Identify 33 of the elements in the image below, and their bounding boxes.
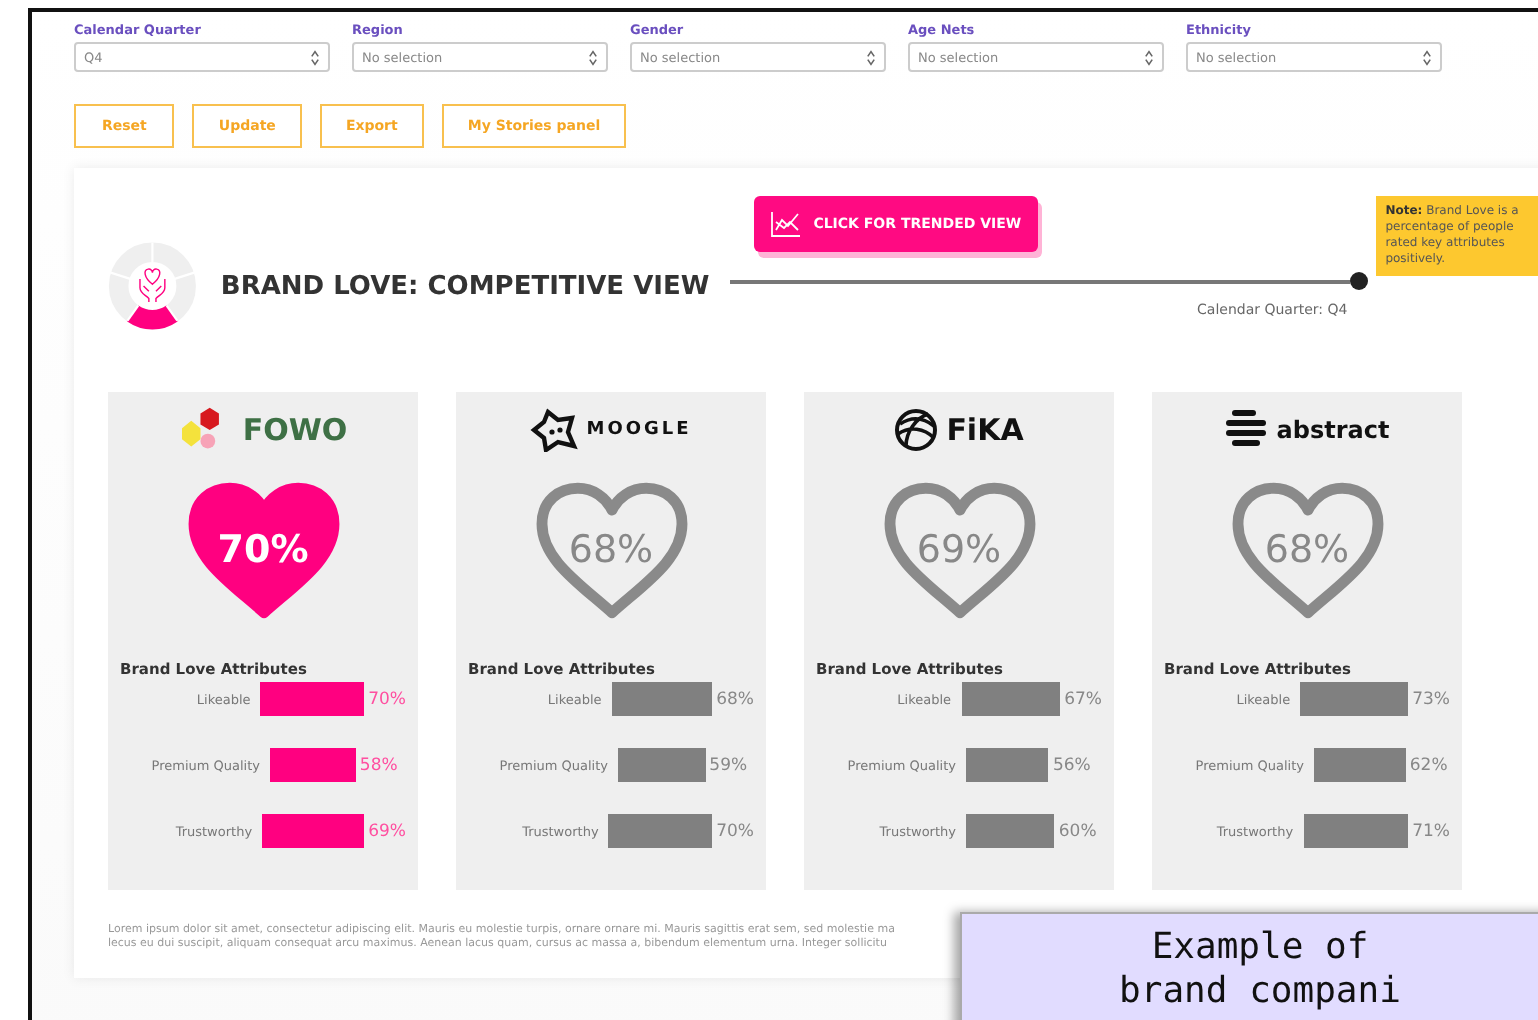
updown-icon (1422, 49, 1432, 65)
updown-icon (1144, 49, 1154, 65)
attribute-value: 70% (716, 821, 754, 841)
brand-love-score: 69% (914, 528, 1004, 572)
attribute-value: 70% (368, 689, 406, 709)
dashboard-title: BRAND LOVE: COMPETITIVE VIEW (220, 272, 710, 302)
brand-name: FiKA (946, 412, 1024, 448)
updown-icon (588, 49, 598, 65)
caption-text: Example of (1151, 926, 1369, 970)
brand-name: abstract (1276, 416, 1390, 444)
attribute-value: 56% (1052, 755, 1091, 775)
caption-text: brand compani (1119, 970, 1401, 1014)
line-chart-icon (769, 210, 802, 238)
updown-icon (866, 49, 876, 65)
attribute-value: 58% (359, 755, 398, 775)
attribute-value: 71% (1412, 821, 1450, 841)
globe-icon (894, 408, 939, 452)
timeline-dot[interactable] (1349, 272, 1368, 290)
attribute-value: 59% (709, 755, 748, 775)
attribute-value: 62% (1409, 755, 1448, 775)
updown-icon (310, 49, 320, 65)
attribute-value: 67% (1064, 689, 1102, 709)
attribute-value: 69% (368, 821, 406, 841)
brand-name: FOWO (242, 412, 348, 448)
attribute-value: 68% (716, 689, 754, 709)
attribute-value: 60% (1058, 821, 1097, 841)
blob-icon (530, 408, 579, 452)
brand-love-score: 68% (566, 528, 656, 572)
brand-name: MOOGLE (586, 420, 692, 440)
brand-love-score: 70% (215, 528, 311, 572)
brand-love-score: 68% (1262, 528, 1352, 572)
attribute-value: 73% (1412, 689, 1450, 709)
stripes-icon (1224, 408, 1269, 452)
